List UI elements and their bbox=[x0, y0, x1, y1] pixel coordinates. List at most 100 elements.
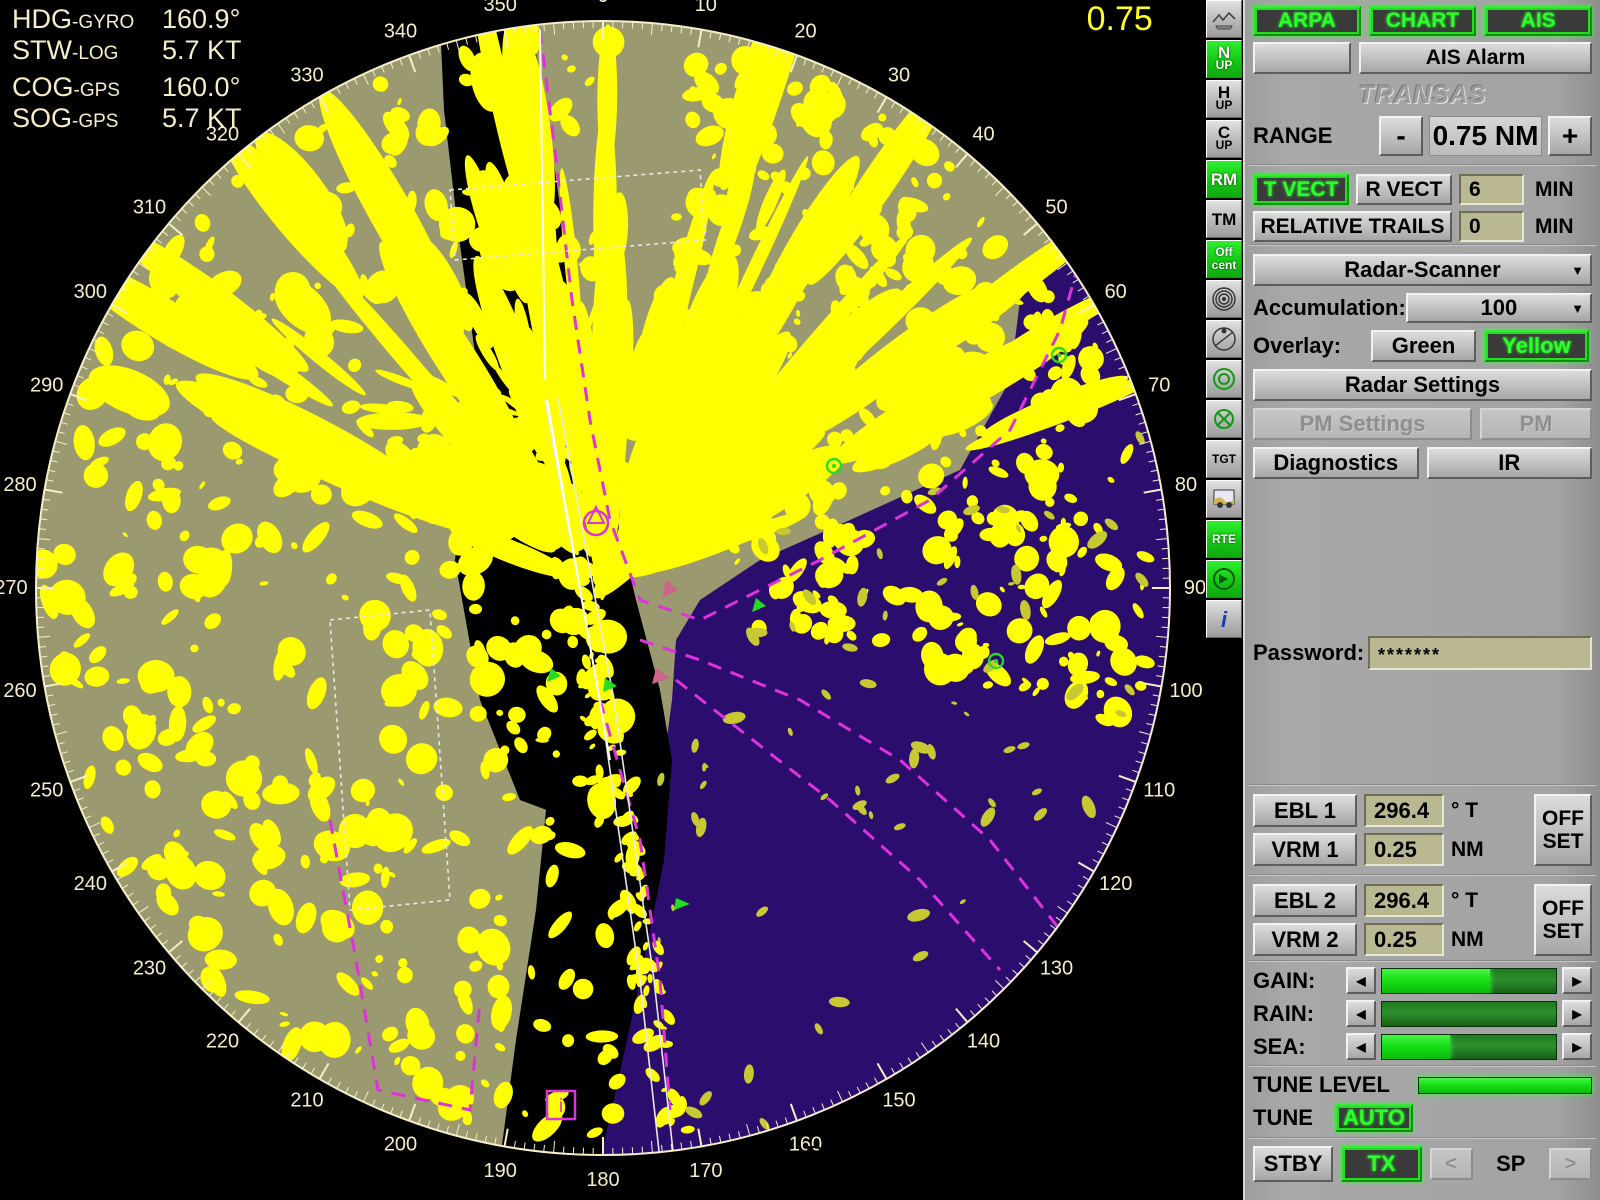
compass-label: 200 bbox=[384, 1133, 417, 1155]
compass-label: 70 bbox=[1148, 375, 1170, 397]
ebl2-unit: ° T bbox=[1451, 888, 1479, 912]
ebl1-line[interactable]: EBL 1 296.4 ° T bbox=[1253, 794, 1527, 827]
vrm1-line[interactable]: VRM 1 0.25 NM bbox=[1253, 833, 1527, 866]
offset2-button[interactable]: OFF SET bbox=[1534, 884, 1592, 956]
trails-minutes-field[interactable]: 0 bbox=[1459, 211, 1524, 242]
ais-alarm-button[interactable]: AIS Alarm bbox=[1359, 42, 1592, 74]
next-button[interactable]: > bbox=[1548, 1148, 1592, 1180]
sea-decrease-button[interactable]: ◀ bbox=[1346, 1033, 1376, 1060]
true-motion-button[interactable]: TM bbox=[1206, 200, 1242, 238]
sog-row: SOG-GPS 5.7 KT bbox=[12, 103, 242, 134]
overlay-yellow-button[interactable]: Yellow bbox=[1484, 330, 1589, 362]
compass-label: 270 bbox=[0, 577, 28, 599]
ebl2-button[interactable]: EBL 2 bbox=[1253, 884, 1357, 917]
relative-vector-button[interactable]: R VECT bbox=[1356, 174, 1452, 205]
tune-label: TUNE bbox=[1253, 1105, 1313, 1130]
vrm2-button[interactable]: VRM 2 bbox=[1253, 923, 1357, 956]
ebl1-button[interactable]: EBL 1 bbox=[1253, 794, 1357, 827]
vrm1-button[interactable]: VRM 1 bbox=[1253, 833, 1357, 866]
chart-button[interactable]: CHART bbox=[1368, 6, 1477, 36]
compass-label: 240 bbox=[74, 873, 107, 895]
transmit-row[interactable]: STBY TX < SP > bbox=[1245, 1141, 1600, 1187]
diagnostics-row[interactable]: Diagnostics IR bbox=[1245, 440, 1600, 479]
target-data-button[interactable]: TGT bbox=[1206, 440, 1242, 478]
chart-overlay-icon[interactable] bbox=[1206, 480, 1242, 518]
rain-increase-button[interactable]: ▶ bbox=[1562, 1000, 1592, 1027]
radar-settings-row[interactable]: Radar Settings bbox=[1245, 362, 1600, 401]
stby-button[interactable]: STBY bbox=[1253, 1146, 1334, 1182]
range-control-row[interactable]: RANGE - 0.75 NM + bbox=[1245, 112, 1600, 162]
gain-increase-button[interactable]: ▶ bbox=[1562, 967, 1592, 994]
vector-minutes-field[interactable]: 6 bbox=[1459, 174, 1524, 205]
arpa-button[interactable]: ARPA bbox=[1253, 6, 1361, 36]
ebl1-value-field[interactable]: 296.4 bbox=[1364, 794, 1444, 827]
sea-increase-button[interactable]: ▶ bbox=[1562, 1033, 1592, 1060]
route-edit-button[interactable]: RTE bbox=[1206, 520, 1242, 558]
rain-decrease-button[interactable]: ◀ bbox=[1346, 1000, 1376, 1027]
gain-slider-row[interactable]: GAIN: ◀ ▶ bbox=[1245, 964, 1600, 997]
offset1-button[interactable]: OFF SET bbox=[1534, 794, 1592, 866]
parallel-index-icon[interactable] bbox=[1206, 320, 1242, 358]
mode-icon-toolbar[interactable]: N UP H UP C UP RM TM Off cent TGT RTE i bbox=[1205, 0, 1243, 1200]
tune-row[interactable]: TUNE AUTO bbox=[1245, 1101, 1600, 1135]
ais-button[interactable]: AIS bbox=[1484, 6, 1593, 36]
rain-slider[interactable] bbox=[1381, 1000, 1557, 1027]
target-acquire-icon[interactable] bbox=[1206, 360, 1242, 398]
radar-settings-button[interactable]: Radar Settings bbox=[1253, 369, 1592, 401]
tuning-sliders-section[interactable]: GAIN: ◀ ▶ RAIN: ◀ ▶ SEA: ◀ ▶ TUNE LEVEL bbox=[1245, 958, 1600, 1187]
vrm2-value-field[interactable]: 0.25 bbox=[1364, 923, 1444, 956]
gain-decrease-button[interactable]: ◀ bbox=[1346, 967, 1376, 994]
range-increase-button[interactable]: + bbox=[1548, 116, 1592, 156]
diagnostics-button[interactable]: Diagnostics bbox=[1253, 447, 1419, 479]
sea-slider[interactable] bbox=[1381, 1033, 1557, 1060]
ebl-vrm-2-block[interactable]: EBL 2 296.4 ° T VRM 2 0.25 NM OFF SET bbox=[1245, 878, 1600, 962]
vector-row[interactable]: T VECT R VECT 6 MIN bbox=[1245, 168, 1600, 205]
vrm2-line[interactable]: VRM 2 0.25 NM bbox=[1253, 923, 1527, 956]
ir-button[interactable]: IR bbox=[1426, 447, 1592, 479]
off-centre-button[interactable]: Off cent bbox=[1206, 240, 1242, 278]
password-field[interactable]: ******* bbox=[1368, 636, 1592, 670]
target-acquire-icon bbox=[1211, 366, 1237, 392]
ebl2-value-field[interactable]: 296.4 bbox=[1364, 884, 1444, 917]
pm-row[interactable]: PM Settings PM bbox=[1245, 401, 1600, 440]
rain-slider-row[interactable]: RAIN: ◀ ▶ bbox=[1245, 997, 1600, 1030]
scanner-select-row[interactable]: Radar-Scanner ▼ bbox=[1245, 248, 1600, 286]
radar-control-panel[interactable]: ARPA CHART AIS AIS Alarm TRANSAS RANGE -… bbox=[1243, 0, 1600, 1200]
radar-antenna-icon[interactable] bbox=[1206, 0, 1242, 38]
compass-label: 330 bbox=[290, 64, 323, 86]
accumulation-row[interactable]: Accumulation: 100 ▼ bbox=[1245, 286, 1600, 323]
blank-button[interactable] bbox=[1253, 42, 1351, 74]
accumulation-select[interactable]: 100 ▼ bbox=[1405, 293, 1592, 323]
true-vector-button[interactable]: T VECT bbox=[1253, 174, 1349, 205]
compass-tick bbox=[562, 1146, 565, 1154]
radar-scanner-select[interactable]: Radar-Scanner ▼ bbox=[1253, 254, 1592, 286]
overlay-green-button[interactable]: Green bbox=[1371, 330, 1476, 362]
range-decrease-button[interactable]: - bbox=[1379, 116, 1423, 156]
range-rings-icon[interactable] bbox=[1206, 280, 1242, 318]
prev-button[interactable]: < bbox=[1429, 1148, 1473, 1180]
alarm-ack-icon[interactable] bbox=[1206, 560, 1242, 598]
overlay-row[interactable]: Overlay: Green Yellow bbox=[1245, 323, 1600, 362]
ebl-vrm-1-block[interactable]: EBL 1 296.4 ° T VRM 1 0.25 NM OFF SET bbox=[1245, 788, 1600, 872]
alarm-row[interactable]: AIS Alarm bbox=[1245, 36, 1600, 74]
relative-motion-button[interactable]: RM bbox=[1206, 160, 1242, 198]
ebl2-line[interactable]: EBL 2 296.4 ° T bbox=[1253, 884, 1527, 917]
north-up-button[interactable]: N UP bbox=[1206, 40, 1242, 78]
target-cancel-icon[interactable] bbox=[1206, 400, 1242, 438]
head-up-button[interactable]: H UP bbox=[1206, 80, 1242, 118]
compass-label: 310 bbox=[133, 197, 166, 219]
vrm1-value-field[interactable]: 0.25 bbox=[1364, 833, 1444, 866]
password-row[interactable]: Password: ******* bbox=[1245, 636, 1600, 670]
time-row: TIME 12:32:05 bbox=[14, 1045, 266, 1072]
ebl-vrm-section[interactable]: EBL 1 296.4 ° T VRM 1 0.25 NM OFF SET EB… bbox=[1245, 782, 1600, 962]
mode-toggle-row[interactable]: ARPA CHART AIS bbox=[1245, 0, 1600, 36]
relative-trails-button[interactable]: RELATIVE TRAILS bbox=[1253, 211, 1452, 242]
info-button[interactable]: i bbox=[1206, 600, 1242, 638]
tune-auto-button[interactable]: AUTO bbox=[1335, 1104, 1413, 1132]
trails-row[interactable]: RELATIVE TRAILS 0 MIN bbox=[1245, 205, 1600, 242]
radar-display[interactable]: i 01020304050607080901001101201301401501… bbox=[0, 0, 1205, 1200]
gain-slider[interactable] bbox=[1381, 967, 1557, 994]
course-up-button[interactable]: C UP bbox=[1206, 120, 1242, 158]
tx-button[interactable]: TX bbox=[1341, 1146, 1422, 1182]
sea-slider-row[interactable]: SEA: ◀ ▶ bbox=[1245, 1030, 1600, 1063]
